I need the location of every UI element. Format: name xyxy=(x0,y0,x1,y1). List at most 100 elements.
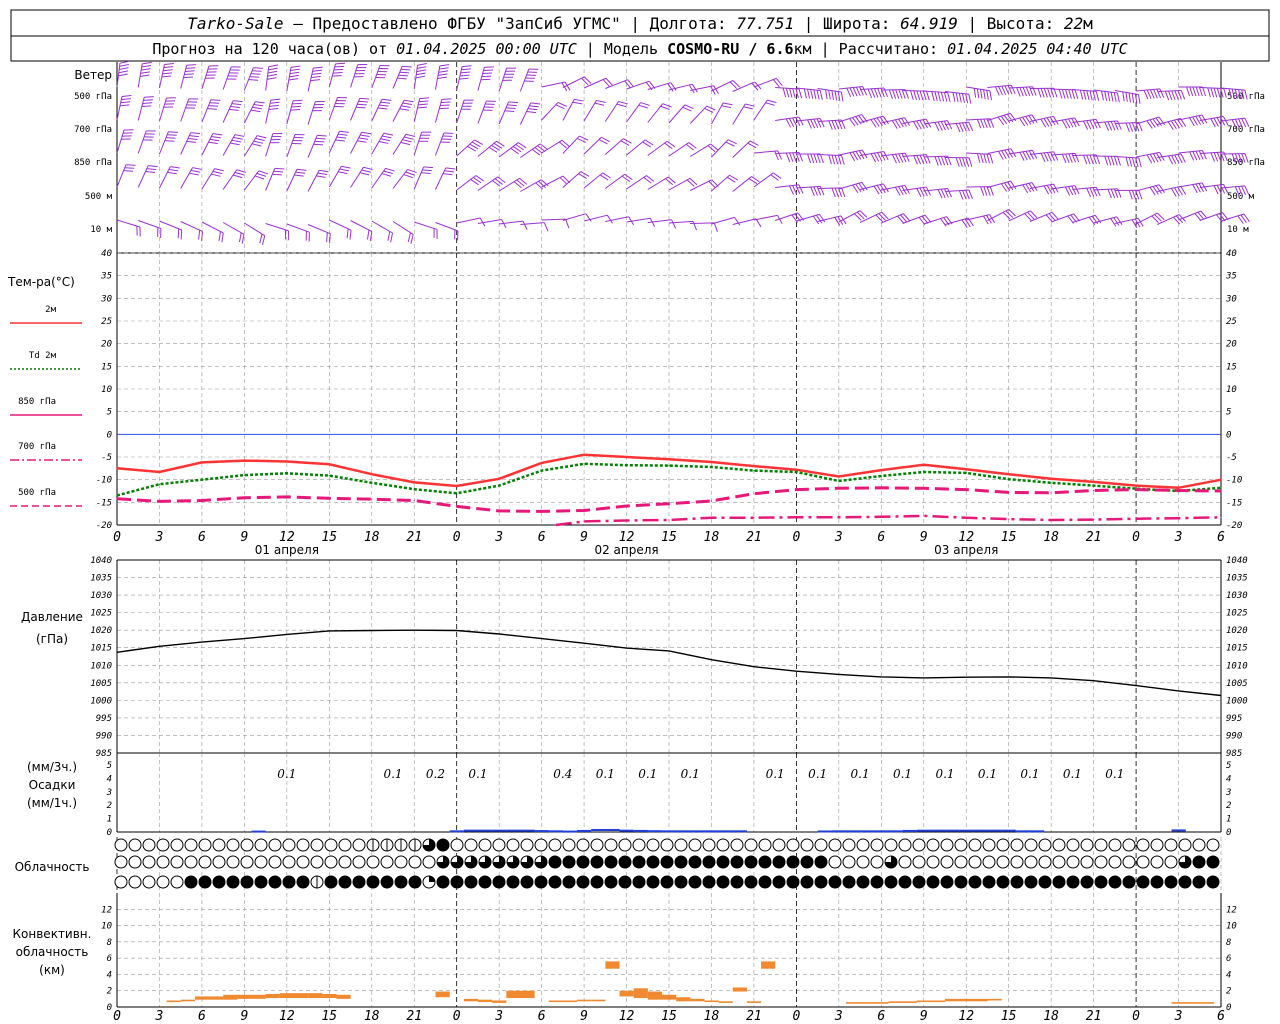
convective-label: Конвективн. xyxy=(13,927,92,941)
wind-barb-staff xyxy=(329,219,352,231)
cloud-cover-symbol xyxy=(576,875,590,889)
cloud-cover-symbol xyxy=(618,855,632,869)
cloud-symbol-fill xyxy=(801,856,813,868)
wind-barb-feather xyxy=(1089,90,1093,101)
wind-barb-feather xyxy=(530,102,541,105)
header-segment: 01.04.2025 04:40 UTC xyxy=(947,40,1128,58)
wind-barb-feather xyxy=(338,171,348,175)
cloud-symbol-outline xyxy=(1206,838,1220,852)
temperature-data-point xyxy=(1093,489,1095,492)
cloud-symbol-outline xyxy=(856,838,870,852)
wind-barb-feather xyxy=(785,88,790,98)
wind-barb-feather xyxy=(140,74,150,77)
wind-barb xyxy=(286,133,305,158)
cloud-cover-symbol xyxy=(114,875,128,889)
cloud-cover-symbol xyxy=(646,855,660,869)
wind-barb xyxy=(775,116,804,128)
wind-barb-feather xyxy=(831,90,834,101)
cloud-symbol-outline xyxy=(1108,838,1122,852)
cloud-symbol-outline xyxy=(1066,855,1080,869)
y-tick-label-left: 35 xyxy=(100,272,112,282)
wind-barb-feather xyxy=(1143,90,1149,100)
wind-barb-feather xyxy=(852,87,858,97)
wind-barb-staff xyxy=(711,174,730,192)
wind-barb-feather xyxy=(185,70,195,72)
wind-barb-staff xyxy=(392,66,403,89)
wind-barb-staff xyxy=(286,100,294,125)
wind-barb-staff xyxy=(392,133,407,155)
wind-barb xyxy=(498,67,517,92)
wind-barb xyxy=(222,100,243,123)
wind-barb-feather xyxy=(148,165,158,168)
wind-barb-feather xyxy=(782,87,787,98)
wind-barb xyxy=(775,87,803,99)
wind-barb-staff xyxy=(265,99,272,124)
wind-barb-feather xyxy=(813,153,818,164)
cloud-symbol-outline xyxy=(562,838,576,852)
wind-barb-feather xyxy=(873,88,879,98)
cloud-cover-symbol xyxy=(450,855,464,869)
wind-barb-feather xyxy=(1164,90,1170,101)
convective-cloud-bar xyxy=(251,994,266,999)
wind-barb-feather xyxy=(976,119,982,129)
wind-barb-feather xyxy=(184,73,194,76)
temperature-data-point xyxy=(158,483,161,485)
y-tick-label-left: 15 xyxy=(101,362,112,372)
wind-barb xyxy=(137,130,156,154)
x-tick-label: 21 xyxy=(746,530,762,545)
wind-barb-feather xyxy=(1104,121,1110,131)
cloud-symbol-outline xyxy=(1052,838,1066,852)
cloud-cover-symbol xyxy=(772,838,786,852)
wind-barb-feather xyxy=(332,75,342,77)
wind-barb-feather xyxy=(828,90,831,100)
cloud-symbol-outline xyxy=(142,855,156,869)
precipitation-bar xyxy=(1015,830,1031,833)
x-tick-label: 0 xyxy=(113,530,121,545)
wind-barb-feather xyxy=(314,140,325,143)
cloud-symbol-fill xyxy=(815,876,827,888)
cloud-cover-symbol xyxy=(450,875,464,889)
wind-barb-feather xyxy=(1074,153,1080,163)
wind-barb-staff xyxy=(159,166,171,189)
wind-barb xyxy=(456,217,486,227)
wind-barb xyxy=(668,142,697,157)
wind-barb xyxy=(498,177,528,192)
y-tick-label-left: 3 xyxy=(106,788,112,798)
wind-barb-feather xyxy=(743,106,753,110)
wind-barb-feather xyxy=(208,105,219,107)
cloud-symbol-outline xyxy=(226,855,240,869)
cloud-cover-symbol xyxy=(128,838,142,852)
date-label: 02 апреля xyxy=(594,543,658,557)
cloud-symbol-outline xyxy=(870,855,884,869)
cloud-symbol-outline xyxy=(1108,855,1122,869)
cloud-cover-symbol xyxy=(142,855,156,869)
wind-barb-feather xyxy=(638,104,648,109)
wind-barb-feather xyxy=(208,141,218,145)
cloud-symbol-fill xyxy=(1179,876,1191,888)
wind-barb-feather xyxy=(1079,90,1084,100)
cloud-symbol-fill xyxy=(227,876,239,888)
wind-barb-feather xyxy=(955,157,960,167)
wind-barb-feather xyxy=(254,175,265,180)
convective-cloud-bar xyxy=(223,994,238,1000)
wind-barb-feather xyxy=(407,168,417,174)
wind-barb xyxy=(647,82,677,92)
wind-barb-feather xyxy=(185,67,196,69)
cloud-symbol-fill xyxy=(353,876,365,888)
wind-barb-feather xyxy=(230,105,240,108)
wind-barb-feather xyxy=(1201,150,1207,160)
cloud-cover-symbol xyxy=(786,875,800,889)
wind-barb-feather xyxy=(383,132,394,136)
wind-barb-feather xyxy=(1159,88,1165,98)
wind-barb-feather xyxy=(144,96,154,98)
header-segment: 01.04.2025 00:00 UTC xyxy=(396,40,577,58)
wind-barb-feather xyxy=(684,104,694,109)
temperature-data-point xyxy=(541,462,543,464)
cloud-symbol-fill xyxy=(899,876,911,888)
wind-barb-feather xyxy=(1117,156,1121,166)
y-tick-label-left: -5 xyxy=(101,453,112,463)
temperature-data-point xyxy=(1220,490,1222,492)
wind-barb-feather xyxy=(810,186,815,196)
wind-barb xyxy=(902,154,931,165)
wind-barb xyxy=(434,132,454,156)
